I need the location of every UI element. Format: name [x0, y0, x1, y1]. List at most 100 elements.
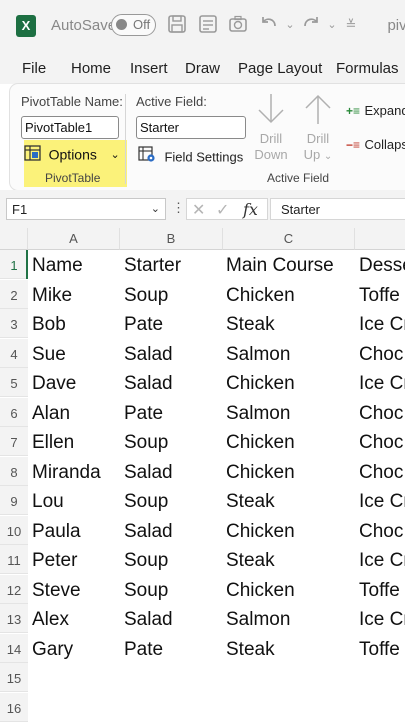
- save-icon[interactable]: [166, 14, 188, 36]
- table-cell[interactable]: Peter: [32, 545, 122, 574]
- table-cell[interactable]: Pate: [124, 634, 224, 663]
- tab-formulas[interactable]: Formulas: [336, 60, 399, 77]
- table-cell[interactable]: Miranda: [32, 457, 122, 486]
- table-cell[interactable]: Steve: [32, 575, 122, 604]
- table-cell[interactable]: Chicken: [226, 427, 357, 456]
- table-cell[interactable]: Chicken: [226, 575, 357, 604]
- table-cell[interactable]: Salad: [124, 516, 224, 545]
- table-cell[interactable]: [226, 693, 357, 722]
- column-header-a[interactable]: A: [28, 228, 120, 250]
- table-cell[interactable]: Chicken: [226, 457, 357, 486]
- enter-check-icon[interactable]: ✓: [216, 200, 229, 220]
- table-cell[interactable]: Gary: [32, 634, 122, 663]
- table-cell[interactable]: Bob: [32, 309, 122, 338]
- table-cell[interactable]: Steak: [226, 486, 357, 515]
- table-cell[interactable]: Choc: [359, 339, 405, 368]
- table-cell[interactable]: Toffe: [359, 575, 405, 604]
- undo-icon[interactable]: [258, 14, 280, 36]
- table-cell[interactable]: Soup: [124, 280, 224, 309]
- table-cell[interactable]: [124, 693, 224, 722]
- table-cell[interactable]: Desse: [359, 250, 405, 279]
- tab-page-layout[interactable]: Page Layout: [238, 60, 322, 77]
- table-cell[interactable]: Toffe: [359, 280, 405, 309]
- row-header[interactable]: 15: [0, 663, 28, 692]
- table-cell[interactable]: Main Course: [226, 250, 357, 279]
- table-cell[interactable]: Ice Cr: [359, 545, 405, 574]
- table-cell[interactable]: Dave: [32, 368, 122, 397]
- table-cell[interactable]: Salad: [124, 339, 224, 368]
- table-cell[interactable]: Alan: [32, 398, 122, 427]
- insert-function-icon[interactable]: fx: [243, 200, 258, 219]
- row-header[interactable]: 4: [0, 338, 28, 368]
- table-cell[interactable]: Sue: [32, 339, 122, 368]
- table-cell[interactable]: Chicken: [226, 280, 357, 309]
- column-header-c[interactable]: C: [223, 228, 355, 250]
- table-cell[interactable]: Salmon: [226, 604, 357, 633]
- table-cell[interactable]: Lou: [32, 486, 122, 515]
- camera-icon[interactable]: [227, 14, 249, 36]
- table-cell[interactable]: Salmon: [226, 339, 357, 368]
- table-cell[interactable]: Soup: [124, 486, 224, 515]
- collapse-field-button[interactable]: −≡ Collaps: [346, 136, 405, 154]
- table-cell[interactable]: Alex: [32, 604, 122, 633]
- tab-home[interactable]: Home: [71, 60, 111, 77]
- table-cell[interactable]: Ice Cr: [359, 368, 405, 397]
- table-cell[interactable]: Chicken: [226, 368, 357, 397]
- row-header[interactable]: 13: [0, 604, 28, 633]
- tab-file[interactable]: File: [22, 60, 46, 77]
- table-cell[interactable]: [226, 663, 357, 692]
- row-header[interactable]: 12: [0, 574, 28, 604]
- more-options-icon[interactable]: ⋮: [172, 200, 185, 216]
- customize-toolbar-icon[interactable]: ≚: [340, 14, 362, 36]
- table-cell[interactable]: Pate: [124, 309, 224, 338]
- undo-dropdown-icon[interactable]: ⌄: [279, 14, 301, 36]
- column-header-d[interactable]: [355, 228, 405, 250]
- autosave-toggle[interactable]: Off: [111, 14, 156, 36]
- table-cell[interactable]: Pate: [124, 398, 224, 427]
- table-cell[interactable]: Ellen: [32, 427, 122, 456]
- table-cell[interactable]: Toffe: [359, 634, 405, 663]
- name-box[interactable]: F1 ⌄: [6, 198, 166, 220]
- cancel-icon[interactable]: ✕: [192, 200, 205, 220]
- tab-draw[interactable]: Draw: [185, 60, 220, 77]
- row-header[interactable]: 5: [0, 368, 28, 397]
- table-cell[interactable]: Name: [32, 250, 122, 279]
- row-header[interactable]: 3: [0, 309, 28, 338]
- tab-insert[interactable]: Insert: [130, 60, 168, 77]
- table-cell[interactable]: Starter: [124, 250, 224, 279]
- field-settings-button[interactable]: Field Settings: [138, 146, 243, 168]
- table-cell[interactable]: Steak: [226, 545, 357, 574]
- form-icon[interactable]: [197, 14, 219, 36]
- table-cell[interactable]: Steak: [226, 309, 357, 338]
- row-header[interactable]: 9: [0, 486, 28, 515]
- table-cell[interactable]: Paula: [32, 516, 122, 545]
- table-cell[interactable]: Soup: [124, 575, 224, 604]
- formula-input[interactable]: Starter: [270, 198, 405, 220]
- table-cell[interactable]: [359, 693, 405, 722]
- table-cell[interactable]: Choc: [359, 398, 405, 427]
- table-cell[interactable]: [32, 663, 122, 692]
- row-header[interactable]: 10: [0, 515, 28, 545]
- row-header[interactable]: 1: [0, 250, 28, 279]
- table-cell[interactable]: Choc: [359, 457, 405, 486]
- row-header[interactable]: 14: [0, 633, 28, 663]
- row-header[interactable]: 16: [0, 692, 28, 722]
- table-cell[interactable]: Salad: [124, 457, 224, 486]
- table-cell[interactable]: Salad: [124, 368, 224, 397]
- table-cell[interactable]: Steak: [226, 634, 357, 663]
- table-cell[interactable]: Choc: [359, 427, 405, 456]
- table-cell[interactable]: Chicken: [226, 516, 357, 545]
- table-cell[interactable]: [359, 663, 405, 692]
- pivottable-name-input[interactable]: [21, 116, 119, 139]
- active-field-input[interactable]: [136, 116, 246, 139]
- table-cell[interactable]: Ice Cr: [359, 604, 405, 633]
- table-cell[interactable]: Ice Cr: [359, 486, 405, 515]
- row-header[interactable]: 11: [0, 545, 28, 574]
- table-cell[interactable]: Soup: [124, 427, 224, 456]
- table-cell[interactable]: Ice Cr: [359, 309, 405, 338]
- row-header[interactable]: 6: [0, 397, 28, 427]
- drill-up-button[interactable]: Drill Up ⌄: [301, 92, 335, 165]
- table-cell[interactable]: Mike: [32, 280, 122, 309]
- expand-field-button[interactable]: +≡ Expand: [346, 102, 405, 120]
- drill-down-button[interactable]: Drill Down: [254, 92, 288, 163]
